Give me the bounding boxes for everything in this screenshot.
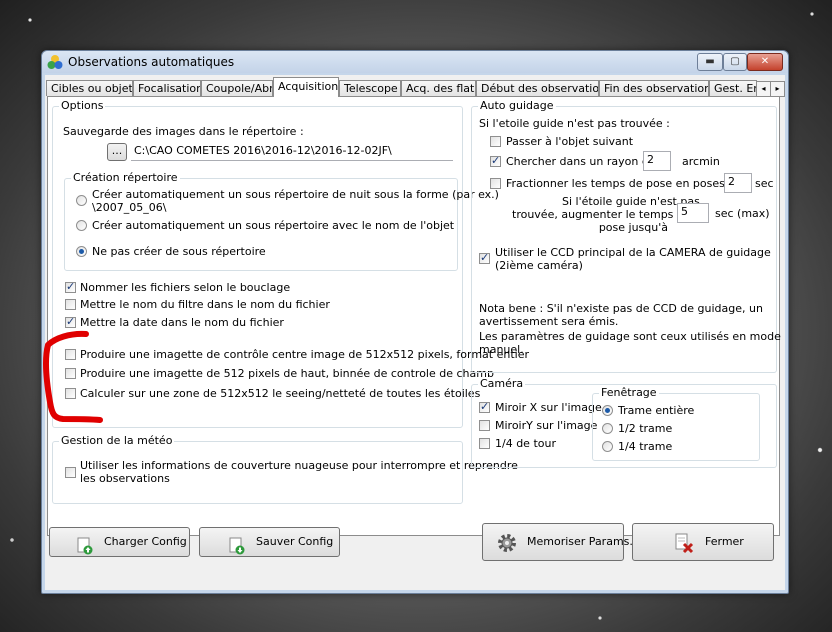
red-annotation-bracket <box>43 330 103 423</box>
tab-acquisition[interactable]: Acquisition <box>273 77 339 97</box>
